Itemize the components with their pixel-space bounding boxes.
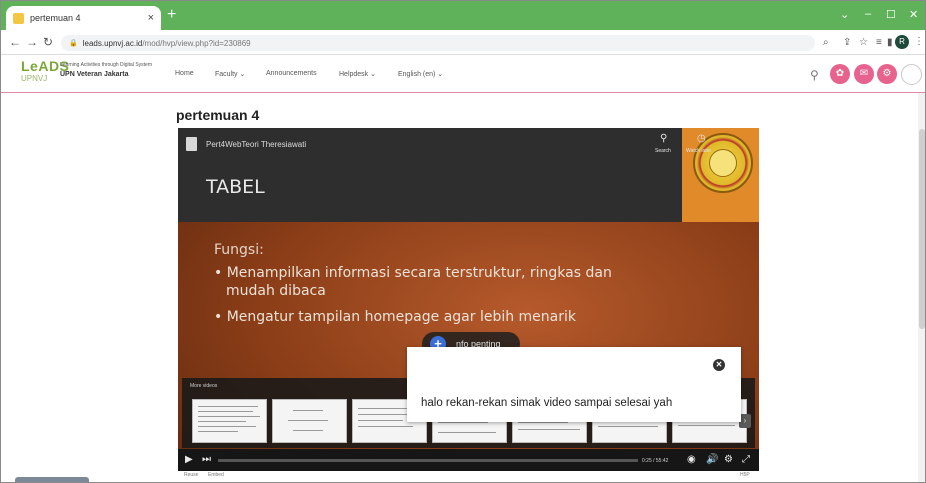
channel-icon[interactable] [186, 137, 197, 151]
player-settings-icon[interactable]: ⚙ [724, 454, 733, 465]
video-thumbnail[interactable] [272, 399, 347, 443]
bookmark-star-icon[interactable]: ☆ [859, 37, 868, 48]
popup-message: halo rekan-rekan simak video sampai sele… [421, 397, 673, 409]
volume-icon[interactable]: 🔊 [706, 454, 718, 465]
skip-icon[interactable]: ⏭ [202, 454, 211, 465]
reload-icon[interactable]: ↻ [43, 35, 53, 49]
seal-center [709, 149, 737, 177]
settings-icon[interactable]: ⚙ [877, 64, 897, 84]
nav-faculty[interactable]: Faculty ⌄ [215, 70, 245, 78]
nav-language[interactable]: English (en) ⌄ [398, 70, 443, 78]
logo-name: UPN Veteran Jakarta [60, 71, 129, 78]
address-row: ← → ↻ 🔒 leads.upnvj.ac.id /mod/hvp/view.… [1, 30, 925, 55]
reading-list-icon[interactable]: ≡ [876, 37, 882, 48]
page-title: pertemuan 4 [176, 107, 260, 123]
logo-description: Learning Activities through Digital Syst… [60, 62, 152, 68]
user-avatar[interactable] [901, 64, 922, 85]
tab-search-icon[interactable]: ⌄ [840, 8, 849, 21]
nav-helpdesk[interactable]: Helpdesk ⌄ [339, 70, 376, 78]
browser-menu-icon[interactable]: ⋮ [914, 36, 924, 47]
site-header: LeADS UPNVJ Learning Activities through … [1, 55, 925, 93]
timecode: 0:25 / 55:42 [642, 458, 669, 464]
url-domain: leads.upnvj.ac.id [82, 38, 143, 48]
play-icon[interactable]: ▶ [185, 454, 193, 465]
more-videos-label: More videos [190, 383, 218, 389]
minimize-button[interactable]: – [865, 8, 871, 20]
video-search-label: Search [655, 148, 671, 154]
address-bar[interactable]: 🔒 leads.upnvj.ac.id /mod/hvp/view.php?id… [61, 35, 815, 51]
progress-bar[interactable] [218, 459, 638, 462]
video-thumbnail[interactable] [192, 399, 267, 443]
browser-tab[interactable]: pertemuan 4 × [6, 6, 161, 30]
notifications-icon[interactable]: ✿ [830, 64, 850, 84]
slide-bullet: • Menampilkan informasi secara terstrukt… [214, 265, 612, 281]
side-panel-icon[interactable]: ▮ [887, 37, 893, 48]
slide-heading: TABEL [206, 176, 265, 198]
watch-later-label: Watch later [686, 148, 712, 154]
reuse-button[interactable]: Reuse [184, 472, 198, 478]
info-popup [407, 347, 741, 422]
slide-bullet: • Mengatur tampilan homepage agar lebih … [214, 309, 576, 325]
tab-close-icon[interactable]: × [148, 12, 154, 24]
h5p-action-bar [178, 471, 759, 481]
watch-later-icon[interactable]: ◷ [697, 133, 706, 144]
slide-subheading: Fungsi: [214, 242, 264, 258]
maximize-button[interactable]: ☐ [886, 8, 896, 21]
slide-bullet: mudah dibaca [226, 283, 326, 299]
messages-icon[interactable]: ✉ [854, 64, 874, 84]
logo-sub: UPNVJ [21, 74, 48, 83]
share-icon[interactable]: ⇪ [843, 37, 851, 48]
h5p-label: H5P [740, 472, 750, 478]
new-tab-button[interactable]: + [167, 7, 176, 23]
browser-window: pertemuan 4 × + ⌄ – ☐ ✕ ← → ↻ 🔒 leads.up… [0, 0, 926, 483]
zoom-icon[interactable]: ⌕ [823, 37, 829, 48]
nav-announcements[interactable]: Announcements [266, 70, 317, 77]
close-window-button[interactable]: ✕ [909, 8, 918, 21]
youtube-logo-icon[interactable]: ◉ [687, 454, 696, 465]
video-player[interactable]: Pert4WebTeori Theresiawati ⚲ Search ◷ Wa… [178, 128, 759, 481]
forward-icon[interactable]: → [26, 35, 38, 49]
tab-strip: pertemuan 4 × + ⌄ – ☐ ✕ [1, 1, 925, 30]
lock-icon: 🔒 [69, 40, 78, 47]
favicon-icon [13, 12, 24, 24]
embed-button[interactable]: Embed [208, 472, 224, 478]
footer-tab[interactable] [15, 477, 89, 482]
search-icon[interactable]: ⚲ [810, 68, 819, 82]
back-icon[interactable]: ← [9, 35, 21, 49]
close-icon[interactable]: ✕ [713, 359, 725, 371]
nav-home[interactable]: Home [175, 70, 194, 77]
video-title[interactable]: Pert4WebTeori Theresiawati [206, 140, 306, 149]
scrollbar-thumb[interactable] [919, 129, 925, 329]
url-path: /mod/hvp/view.php?id=230869 [142, 38, 251, 48]
fullscreen-icon[interactable]: ⤢ [742, 454, 750, 465]
profile-avatar[interactable]: R [895, 35, 909, 49]
tab-title: pertemuan 4 [30, 13, 81, 23]
video-search-icon[interactable]: ⚲ [660, 133, 667, 144]
